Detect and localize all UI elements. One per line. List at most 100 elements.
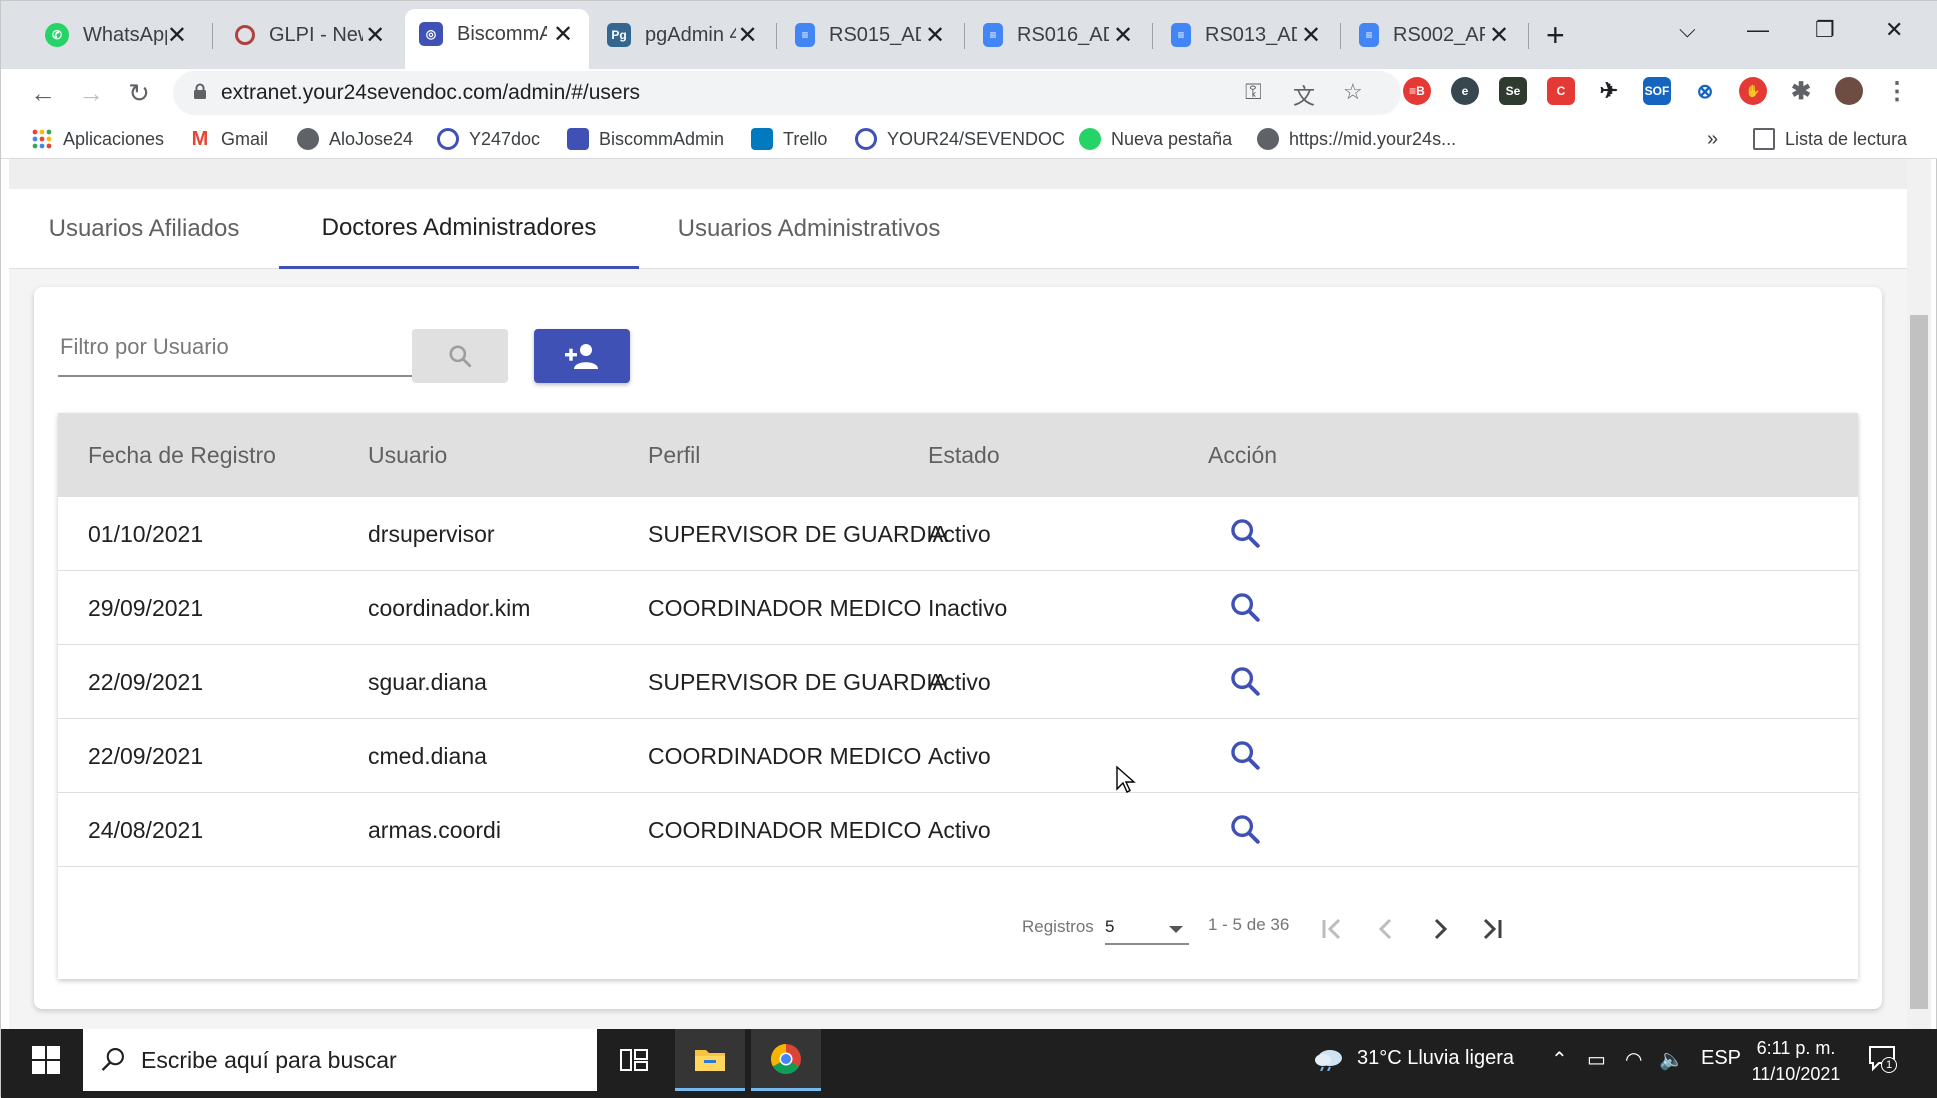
browser-tab[interactable]: ✆ WhatsApp ✕ (31, 11, 201, 59)
page-range-label: 1 - 5 de 36 (1208, 915, 1290, 934)
cell-estado: Activo (928, 520, 991, 547)
extension-icon[interactable]: e (1451, 77, 1479, 105)
start-button[interactable] (9, 1029, 83, 1091)
browser-tab[interactable]: Pg pgAdmin 4 ✕ (593, 11, 773, 59)
clock[interactable]: 6:11 p. m. 11/10/2021 (1741, 1035, 1851, 1087)
first-page-icon[interactable] (1312, 909, 1352, 949)
bookmark-item[interactable]: Trello (751, 125, 827, 153)
extension-icon[interactable]: C (1547, 77, 1575, 105)
tab-title: RS015_ADN (829, 23, 921, 46)
trello-icon (751, 128, 773, 150)
user-filter-input[interactable] (58, 327, 398, 367)
close-window-icon[interactable]: ✕ (1885, 17, 1903, 43)
tab-title: BiscommAc (457, 22, 547, 45)
taskbar-search-box[interactable]: Escribe aquí para buscar (83, 1029, 597, 1091)
key-icon[interactable]: ⚿ (1245, 79, 1262, 105)
last-page-icon[interactable] (1472, 909, 1512, 949)
close-icon[interactable]: ✕ (1111, 21, 1135, 50)
browser-tab[interactable]: ≡ RS002_API- ✕ (1345, 11, 1525, 59)
extensions-puzzle-icon[interactable]: ✱ (1787, 77, 1815, 105)
page-scrollbar[interactable] (1907, 159, 1931, 1029)
tab-usuarios-afiliados[interactable]: Usuarios Afiliados (9, 189, 279, 269)
cell-fecha: 22/09/2021 (88, 668, 204, 695)
address-bar[interactable]: extranet.your24sevendoc.com/admin/#/user… (173, 71, 1401, 115)
cell-perfil: COORDINADOR MEDICO (648, 594, 922, 621)
page-size-select[interactable]: 5 (1105, 911, 1189, 945)
kebab-menu-icon[interactable]: ⋮ (1883, 77, 1911, 105)
chrome-icon[interactable] (751, 1029, 821, 1091)
volume-icon[interactable]: 🔈 (1659, 1047, 1684, 1072)
browser-tab[interactable]: GLPI - New ✕ (221, 11, 401, 59)
browser-tab[interactable]: ≡ RS015_ADN ✕ (781, 11, 961, 59)
back-icon[interactable]: ← (25, 75, 61, 111)
chevron-up-icon[interactable]: ⌃ (1551, 1047, 1568, 1072)
view-details-icon[interactable] (1228, 516, 1262, 550)
extension-icon[interactable]: ⊗ (1691, 77, 1719, 105)
browser-tab[interactable]: ≡ RS016_ADN ✕ (969, 11, 1149, 59)
view-details-icon[interactable] (1228, 738, 1262, 772)
extension-icon[interactable]: ✈ (1595, 77, 1623, 105)
weather-text[interactable]: 31°C Lluvia ligera (1357, 1047, 1514, 1070)
bookmark-item[interactable]: https://mid.your24s... (1257, 125, 1456, 153)
adblock-icon[interactable]: ✋ (1739, 77, 1767, 105)
notifications-button[interactable]: 1 (1867, 1043, 1897, 1073)
table-row: 29/09/2021 coordinador.kim COORDINADOR M… (58, 571, 1858, 645)
cell-perfil: COORDINADOR MEDICO (648, 816, 922, 843)
bookmark-item[interactable]: YOUR24/SEVENDOC (855, 125, 1065, 153)
table-header: Fecha de Registro Usuario Perfil Estado … (58, 413, 1858, 497)
close-icon[interactable]: ✕ (167, 21, 187, 50)
restore-icon[interactable]: ❐ (1815, 17, 1835, 43)
close-icon[interactable]: ✕ (923, 21, 947, 50)
bookmarks-overflow-button[interactable]: » (1707, 125, 1718, 153)
extension-icon[interactable]: ≡B (1403, 77, 1431, 105)
next-page-icon[interactable] (1420, 909, 1460, 949)
bookmark-item[interactable]: AloJose24 (297, 125, 413, 153)
close-icon[interactable]: ✕ (551, 20, 575, 49)
bookmark-item[interactable]: M Gmail (189, 125, 268, 153)
bookmark-item[interactable]: Y247doc (437, 125, 540, 153)
new-tab-button[interactable]: + (1546, 19, 1565, 51)
view-details-icon[interactable] (1228, 812, 1262, 846)
forward-icon[interactable]: → (73, 75, 109, 111)
selenium-icon[interactable]: Se (1499, 77, 1527, 105)
bookmark-item[interactable]: Aplicaciones (31, 125, 164, 153)
taskbar-search-placeholder: Escribe aquí para buscar (141, 1047, 397, 1073)
close-icon[interactable]: ✕ (1299, 21, 1323, 50)
close-icon[interactable]: ✕ (736, 21, 759, 50)
sof-icon[interactable]: SOF (1643, 77, 1671, 105)
language-indicator[interactable]: ESP (1701, 1047, 1741, 1070)
file-explorer-icon[interactable] (675, 1029, 745, 1091)
browser-tab-active[interactable]: ◎ BiscommAc ✕ (405, 9, 589, 69)
bookmark-item[interactable]: BiscommAdmin (567, 125, 724, 153)
battery-icon[interactable]: ▭ (1587, 1047, 1606, 1072)
tab-doctores-administradores[interactable]: Doctores Administradores (279, 189, 639, 269)
previous-page-icon[interactable] (1366, 909, 1406, 949)
cell-fecha: 01/10/2021 (88, 520, 204, 547)
tab-title: RS002_API- (1393, 23, 1485, 46)
bookmark-item[interactable]: Nueva pestaña (1079, 125, 1232, 153)
star-icon[interactable]: ☆ (1343, 79, 1363, 105)
browser-tab[interactable]: ≡ RS013_ADN ✕ (1157, 11, 1337, 59)
tab-title: RS016_ADN (1017, 23, 1109, 46)
close-icon[interactable]: ✕ (363, 21, 387, 50)
minimize-icon[interactable]: — (1747, 17, 1769, 43)
avatar[interactable] (1835, 77, 1863, 105)
reload-icon[interactable]: ↻ (121, 75, 157, 111)
windows-taskbar: Escribe aquí para buscar 31°C Lluvia lig… (1, 1029, 1937, 1098)
whatsapp-icon (1079, 128, 1101, 150)
task-view-icon[interactable] (599, 1029, 669, 1091)
translate-icon[interactable]: ⽂ (1293, 79, 1315, 111)
view-details-icon[interactable] (1228, 664, 1262, 698)
table-row: 01/10/2021 drsupervisor SUPERVISOR DE GU… (58, 497, 1858, 571)
view-details-icon[interactable] (1228, 590, 1262, 624)
tab-search-icon[interactable]: ⌵ (1679, 17, 1696, 43)
close-icon[interactable]: ✕ (1487, 21, 1511, 50)
reading-list-button[interactable]: Lista de lectura (1753, 125, 1907, 153)
tab-usuarios-administrativos[interactable]: Usuarios Administrativos (639, 189, 979, 269)
scrollbar-thumb[interactable] (1910, 315, 1928, 1009)
search-button[interactable] (412, 329, 508, 383)
add-user-button[interactable] (534, 329, 630, 383)
tab-separator (1340, 23, 1341, 49)
wifi-icon[interactable]: ◠ (1625, 1047, 1642, 1072)
cell-usuario: drsupervisor (368, 520, 495, 547)
